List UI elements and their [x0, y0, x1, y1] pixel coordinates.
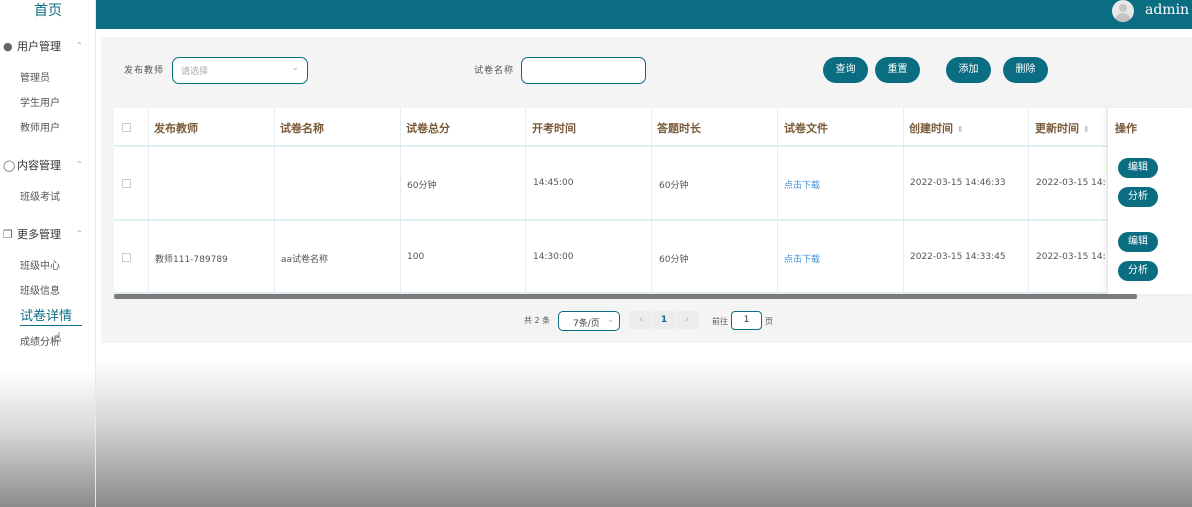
sidebar-item-class-info[interactable]: 班级信息: [20, 283, 60, 301]
edit-button[interactable]: 编辑: [1118, 158, 1158, 178]
operations-column: 操作 编辑 分析 编辑 分析: [1107, 108, 1192, 294]
cell-created: 2022-03-15 14:46:33: [910, 178, 1006, 188]
chevron-up-icon: ⌃: [76, 160, 83, 169]
pagination-total: 共 2 条: [524, 316, 551, 325]
username[interactable]: admin: [1145, 2, 1189, 18]
page-number-button[interactable]: 1: [653, 311, 675, 329]
paper-table: 发布教师 试卷名称 试卷总分 开考时间 答题时长 试卷文件 创建时间 ⇕ 更新时…: [114, 108, 1137, 294]
cell-paper-name: aa试卷名称: [281, 255, 329, 265]
sidebar-group-label: 更多管理: [17, 228, 61, 241]
column-header-created-label: 创建时间: [909, 122, 953, 135]
paper-name-label: 试卷名称: [474, 66, 515, 76]
row-checkbox[interactable]: [122, 253, 131, 262]
column-header-operations: 操作: [1115, 122, 1137, 135]
page-suffix: 页: [765, 317, 773, 326]
cell-start-time: 14:30:00: [533, 252, 574, 262]
column-header-created[interactable]: 创建时间 ⇕: [909, 120, 964, 136]
copy-icon: ❐: [3, 228, 13, 241]
sidebar: 首页 ● 用户管理 ⌃ 管理员 学生用户 教师用户 ◯ 内容管理 ⌃ 班级考试 …: [0, 0, 96, 507]
sidebar-item-admins[interactable]: 管理员: [20, 70, 50, 88]
avatar-icon[interactable]: [1112, 0, 1134, 22]
next-page-button[interactable]: ›: [676, 311, 698, 329]
sidebar-item-paper-details[interactable]: 试卷详情: [20, 308, 82, 326]
analyze-button[interactable]: 分析: [1118, 187, 1158, 207]
top-header: [96, 0, 1192, 29]
column-header-start-time: 开考时间: [532, 122, 576, 135]
teacher-select[interactable]: 请选择 ⌄: [172, 57, 308, 84]
cell-updated: 2022-03-15 14:: [1036, 252, 1106, 262]
sidebar-group-label: 内容管理: [17, 159, 61, 172]
column-header-paper-name: 试卷名称: [280, 122, 324, 135]
chevron-down-icon: ⌄: [291, 63, 299, 73]
sidebar-group-label: 用户管理: [17, 40, 61, 53]
goto-label: 前往: [712, 317, 728, 326]
column-header-teacher: 发布教师: [154, 122, 198, 135]
cell-duration: 60分钟: [659, 255, 689, 265]
download-link[interactable]: 点击下载: [784, 252, 820, 265]
chevron-down-icon: ⌄: [607, 315, 614, 324]
cell-updated: 2022-03-15 14:: [1036, 178, 1106, 188]
cell-teacher: 教师111-789789: [155, 255, 228, 265]
column-header-duration: 答题时长: [657, 122, 701, 135]
page-size-select[interactable]: 7条/页 ⌄: [558, 311, 620, 331]
sidebar-group-more-management[interactable]: ❐ 更多管理 ⌃: [0, 225, 96, 245]
cell-start-time: 14:45:00: [533, 178, 574, 188]
sidebar-group-user-management[interactable]: ● 用户管理 ⌃: [0, 37, 96, 57]
teacher-select-placeholder: 请选择: [181, 67, 209, 77]
user-icon: ●: [3, 40, 13, 53]
column-header-file: 试卷文件: [784, 122, 828, 135]
delete-button[interactable]: 删除: [1003, 57, 1048, 83]
teacher-filter-label: 发布教师: [124, 66, 165, 76]
add-button[interactable]: 添加: [946, 57, 991, 83]
sidebar-item-class-center[interactable]: 班级中心: [20, 258, 60, 276]
chevron-up-icon: ⌃: [76, 41, 83, 50]
page-size-value: 7条/页: [573, 319, 600, 329]
edit-button[interactable]: 编辑: [1118, 232, 1158, 252]
column-header-updated-label: 更新时间: [1035, 122, 1079, 135]
sort-icon[interactable]: ⇕: [957, 125, 964, 134]
hand-cursor-icon: ☝: [53, 330, 62, 346]
chevron-up-icon: ⌃: [76, 229, 83, 238]
paper-name-input[interactable]: [521, 57, 646, 84]
cell-total-score: 100: [407, 252, 425, 262]
sidebar-group-content-management[interactable]: ◯ 内容管理 ⌃: [0, 156, 96, 176]
prev-page-button[interactable]: ‹: [630, 311, 652, 329]
goto-page-input[interactable]: 1: [731, 311, 762, 330]
sidebar-home-link[interactable]: 首页: [0, 0, 96, 24]
column-header-total-score: 试卷总分: [406, 122, 450, 135]
sort-icon[interactable]: ⇕: [1083, 125, 1090, 134]
chat-icon: ◯: [3, 159, 16, 172]
select-all-checkbox[interactable]: [122, 123, 131, 132]
download-link[interactable]: 点击下载: [784, 178, 820, 191]
row-checkbox[interactable]: [122, 179, 131, 188]
column-header-updated[interactable]: 更新时间 ⇕: [1035, 120, 1090, 136]
sidebar-item-teachers[interactable]: 教师用户: [20, 120, 60, 138]
reset-button[interactable]: 重置: [875, 57, 920, 83]
sidebar-item-students[interactable]: 学生用户: [20, 95, 60, 113]
query-button[interactable]: 查询: [823, 57, 868, 83]
cell-created: 2022-03-15 14:33:45: [910, 252, 1006, 262]
analyze-button[interactable]: 分析: [1118, 261, 1158, 281]
cell-duration: 60分钟: [659, 181, 689, 191]
cell-total-score: 60分钟: [407, 181, 437, 191]
horizontal-scrollbar[interactable]: [114, 294, 1137, 299]
sidebar-item-class-exams[interactable]: 班级考试: [20, 189, 60, 207]
